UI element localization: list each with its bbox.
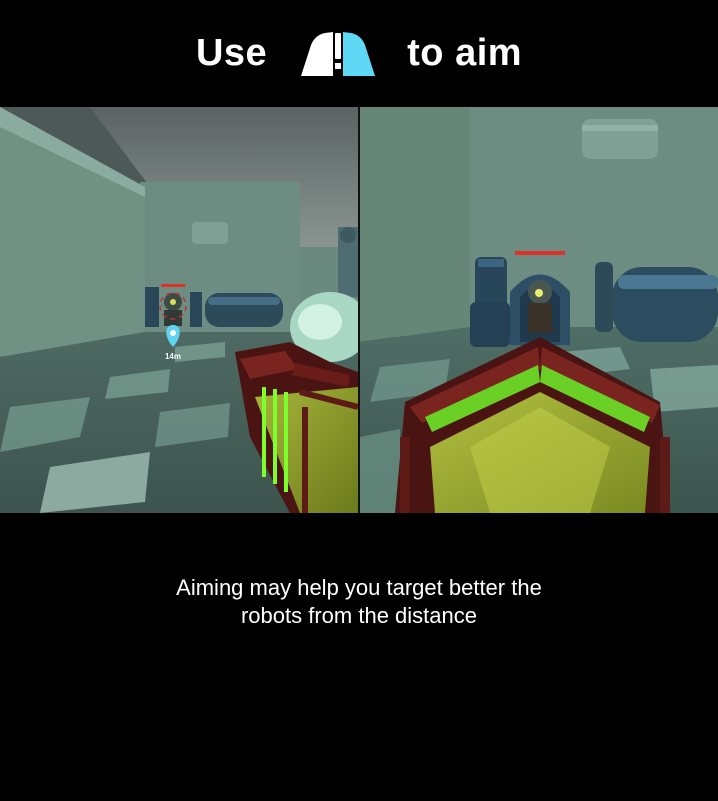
joycon-trigger-icon <box>301 31 376 76</box>
screenshot-normal-view: 14m <box>0 107 358 513</box>
enemy-distance-label: 14m <box>165 352 181 361</box>
screenshot-aim-view: 14m <box>360 107 718 513</box>
aim-instruction-header: Use to aim <box>0 0 718 107</box>
instruction-prefix: Use <box>195 32 268 74</box>
caption-line-2: robots from the distance <box>240 603 477 628</box>
gameplay-comparison: 14m <box>0 107 718 513</box>
tutorial-screen: Use to aim 14m Aiming may help you targe… <box>0 0 718 801</box>
caption-line-1: Aiming may help you target better the <box>176 575 542 600</box>
tutorial-caption: Aiming may help you target better the ro… <box>0 574 718 630</box>
instruction-suffix: to aim <box>407 32 523 74</box>
